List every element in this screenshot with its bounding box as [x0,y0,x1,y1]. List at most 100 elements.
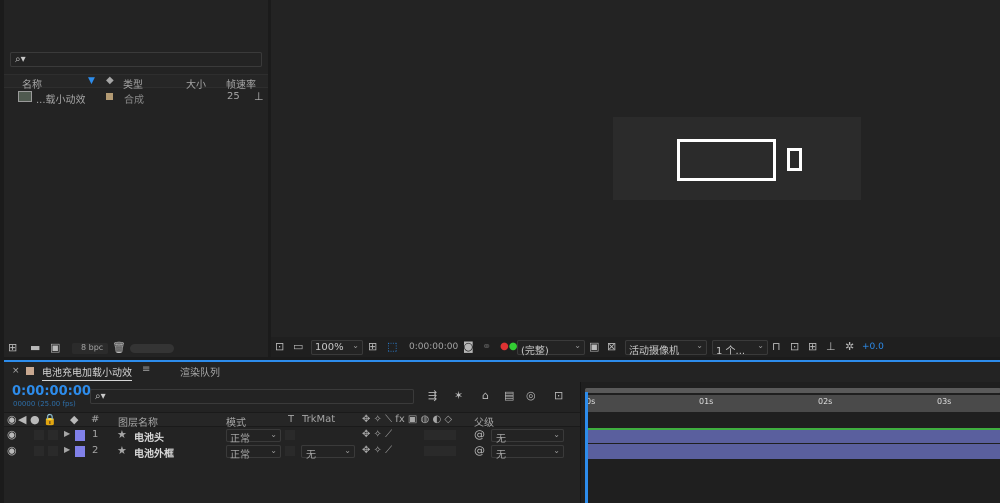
interpret-footage-icon[interactable]: ⊞ [8,342,17,354]
preserve-transparency-checkbox[interactable] [285,430,295,440]
monitor-icon[interactable]: ▭ [293,341,303,353]
layer-switches[interactable]: ✥ ✧ ⟋ [362,445,392,456]
exposure-value[interactable]: +0.0 [862,342,884,352]
resolution-dropdown[interactable]: (完整) ⌄ [517,340,585,357]
lock-toggle[interactable] [48,430,58,440]
sort-arrow-icon[interactable]: ▼ [88,76,95,86]
camera-dropdown[interactable]: 活动摄像机 ⌄ [625,340,707,357]
resolution-value: (完整) [521,346,549,357]
layer-duration-bar[interactable] [588,444,1000,459]
timeline-icon[interactable]: ⊞ [808,341,817,353]
new-composition-icon[interactable]: ▣ [50,342,60,354]
snapshot-camera-icon[interactable]: ◙ [463,341,474,353]
region-of-interest-icon[interactable]: ▣ [589,341,599,353]
work-area-bar[interactable] [585,388,1000,393]
column-mode[interactable]: 模式 [226,414,246,429]
layer-number: 1 [92,429,99,440]
layer-row[interactable]: ◉ ▶ 1 ★ 电池头 正常 ⌄ ✥ ✧ ⟋ @ 无 ⌄ [4,428,580,445]
close-icon[interactable]: × [12,366,20,376]
lock-icon[interactable]: 🔒 [43,414,57,426]
eye-icon[interactable]: ◉ [7,414,17,426]
item-label-swatch [106,93,113,100]
switch-box-group[interactable] [424,430,456,440]
parent-value: 无 [496,450,506,461]
time-graph-area[interactable]: 0s 01s 02s 03s [580,382,1000,503]
trkmat-value: 无 [306,450,316,461]
color-channels-icon[interactable]: ●● [500,341,517,352]
layer-row[interactable]: ◉ ▶ 2 ★ 电池外框 正常 ⌄ 无 ⌄ ✥ ✧ ⟋ @ 无 ⌄ [4,444,580,461]
toggle-pixel-aspect-icon[interactable]: ⊓ [772,341,781,353]
parent-dropdown[interactable]: 无 ⌄ [491,445,564,461]
flowchart-icon[interactable]: ⊥ [254,91,264,103]
grid-guide-icon[interactable]: ⊞ [368,341,377,353]
label-tag-icon[interactable]: ◆ [70,414,78,426]
new-folder-icon[interactable]: ▬ [30,342,40,354]
mode-dropdown[interactable]: 正常 ⌄ [226,445,281,461]
flowchart-icon[interactable]: ⊥ [826,341,836,353]
lock-toggle[interactable] [48,446,58,456]
audio-icon[interactable]: ◀ [18,414,26,426]
parent-pickwhip-icon[interactable]: @ [474,445,485,457]
layer-name[interactable]: 电池外框 [134,445,174,460]
tab-menu-icon[interactable]: ≡ [142,364,150,375]
zoom-dropdown[interactable]: 100% ⌄ [311,340,363,355]
project-column-header: 名称 ▼ ◆ 类型 大小 帧速率 [4,74,268,91]
shape-layer-star-icon: ★ [117,444,127,457]
project-footer: ⊞ ▬ ▣ 8 bpc 🗑 [4,340,268,357]
eye-icon[interactable]: ◉ [7,429,17,441]
graph-editor-icon[interactable]: ⊡ [554,390,563,402]
column-type[interactable]: 类型 [123,76,143,91]
composition-canvas[interactable] [613,117,861,200]
thumbnail-slider[interactable] [130,344,174,353]
layer-label-swatch[interactable] [75,446,85,457]
layer-duration-bar[interactable] [588,428,1000,443]
trash-icon[interactable]: 🗑 [112,342,126,354]
tab-composition[interactable]: 电池充电加载小动效 [42,364,132,381]
chevron-down-icon: ⌄ [270,430,277,439]
column-parent[interactable]: 父级 [474,414,494,429]
reset-exposure-icon[interactable]: ✲ [845,341,854,353]
tab-render-queue[interactable]: 渲染队列 [180,364,220,379]
preserve-transparency-checkbox[interactable] [285,446,295,456]
comp-mini-flowchart-icon[interactable]: ⇶ [428,390,437,402]
draft-3d-icon[interactable]: ✶ [454,390,463,402]
switch-box-group[interactable] [424,446,456,456]
layer-number: 2 [92,445,99,456]
layer-name[interactable]: 电池头 [134,429,164,444]
project-list-item[interactable]: ...载小动效 合成 25 ⊥ [4,90,268,106]
timeline-timecode[interactable]: 0:00:00:00 [12,384,91,399]
column-name[interactable]: 名称 [22,76,42,91]
layer-label-swatch[interactable] [75,430,85,441]
hide-shy-layers-icon[interactable]: ⌂ [482,390,489,402]
show-snapshot-icon[interactable]: ⚭ [482,341,491,353]
column-fps[interactable]: 帧速率 [226,76,256,91]
trkmat-dropdown[interactable]: 无 ⌄ [301,445,355,461]
frame-blending-icon[interactable]: ▤ [504,390,514,402]
fast-preview-icon[interactable]: ⊡ [790,341,799,353]
timeline-search-input[interactable]: ⌕▾ [90,389,414,404]
parent-dropdown[interactable]: 无 ⌄ [491,429,564,445]
label-tag-icon[interactable]: ◆ [106,75,114,86]
viewer-timecode[interactable]: 0:00:00:00 [409,342,458,352]
views-dropdown[interactable]: 1 个... ⌄ [712,340,768,357]
timeline-fps-info: 00000 (25.00 fps) [13,400,76,408]
time-ruler[interactable]: 0s 01s 02s 03s [585,395,1000,412]
audio-toggle[interactable] [34,430,44,440]
solo-icon[interactable]: ● [30,414,40,426]
column-layer-name[interactable]: 图层名称 [118,414,158,429]
eye-icon[interactable]: ◉ [7,445,17,457]
project-search-input[interactable]: ⌕▾ [10,52,262,67]
transparency-grid-icon[interactable]: ⊠ [607,341,616,353]
motion-blur-icon[interactable]: ◎ [526,390,536,402]
expand-arrow-icon[interactable]: ▶ [64,445,70,454]
bpc-button[interactable]: 8 bpc [72,343,108,354]
always-preview-icon[interactable]: ⊡ [275,341,284,353]
parent-pickwhip-icon[interactable]: @ [474,429,485,441]
layer-column-header: ◉ ◀ ● 🔒 ◆ # 图层名称 模式 T TrkMat ✥ ✧ ⟍ fx ▣ … [4,412,580,429]
mask-visibility-icon[interactable]: ⬚ [387,341,397,353]
expand-arrow-icon[interactable]: ▶ [64,429,70,438]
column-size[interactable]: 大小 [186,76,206,91]
mode-dropdown[interactable]: 正常 ⌄ [226,429,281,445]
audio-toggle[interactable] [34,446,44,456]
layer-switches[interactable]: ✥ ✧ ⟋ [362,429,392,440]
